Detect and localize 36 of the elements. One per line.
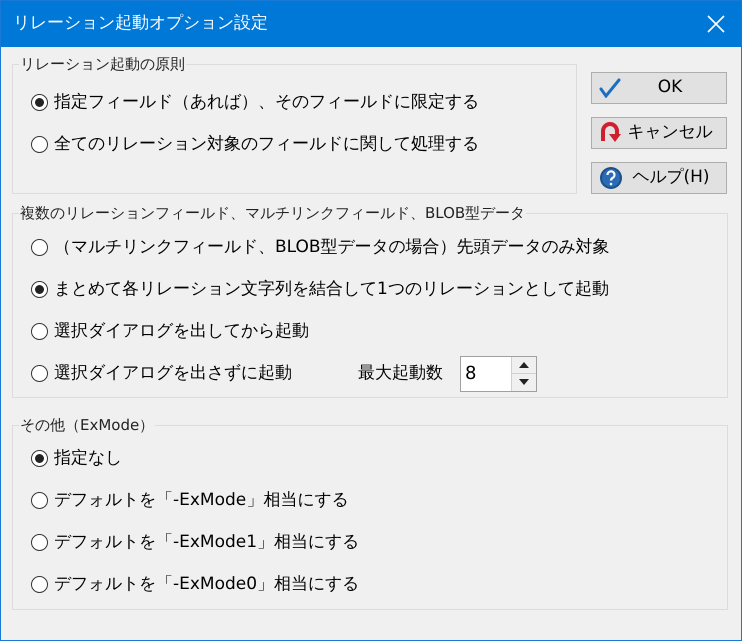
close-icon bbox=[707, 15, 725, 33]
radio-button[interactable] bbox=[31, 281, 48, 298]
up-arrow-icon bbox=[519, 362, 529, 368]
dialog-button[interactable]: キャンセル bbox=[591, 117, 727, 149]
radio-option[interactable]: 選択ダイアログを出してから起動 bbox=[31, 310, 309, 352]
group-title: リレーション起動の原則 bbox=[19, 54, 186, 75]
radio-button[interactable] bbox=[31, 136, 48, 153]
window-title: リレーション起動オプション設定 bbox=[13, 12, 268, 36]
group-title: その他（ExMode） bbox=[19, 415, 156, 436]
radio-button[interactable] bbox=[31, 492, 48, 509]
radio-option[interactable]: デフォルトを「-ExMode1」相当にする bbox=[31, 522, 360, 564]
check-icon bbox=[599, 78, 621, 98]
number-field[interactable]: 8 bbox=[461, 356, 511, 390]
close-button[interactable] bbox=[705, 13, 727, 35]
help-icon bbox=[599, 166, 623, 190]
spin-box[interactable]: 8 bbox=[460, 356, 537, 392]
radio-option[interactable]: 指定フィールド（あれば）、そのフィールドに限定する bbox=[31, 82, 479, 124]
radio-button[interactable] bbox=[31, 323, 48, 340]
radio-button[interactable] bbox=[31, 450, 48, 467]
radio-button[interactable] bbox=[31, 534, 48, 551]
radio-button[interactable] bbox=[31, 365, 48, 382]
radio-option[interactable]: デフォルトを「-ExMode」相当にする bbox=[31, 480, 348, 522]
spinner-label: 最大起動数 bbox=[358, 362, 443, 385]
radio-option[interactable]: まとめて各リレーション文字列を結合して1つのリレーションとして起動 bbox=[31, 268, 609, 310]
radio-option[interactable]: 指定なし bbox=[31, 438, 122, 480]
down-arrow-icon bbox=[519, 379, 529, 386]
radio-option[interactable]: 選択ダイアログを出さずに起動 bbox=[31, 352, 292, 394]
radio-button[interactable] bbox=[31, 576, 48, 593]
radio-option[interactable]: デフォルトを「-ExMode0」相当にする bbox=[31, 564, 360, 606]
group-title: 複数のリレーションフィールド、マルチリンクフィールド、BLOB型データ bbox=[19, 203, 526, 224]
radio-option[interactable]: 全てのリレーション対象のフィールドに関して処理する bbox=[31, 124, 479, 166]
radio-option[interactable]: （マルチリンクフィールド、BLOB型データの場合）先頭データのみ対象 bbox=[31, 226, 610, 268]
dialog-button[interactable]: OK bbox=[591, 72, 727, 104]
radio-button[interactable] bbox=[31, 94, 48, 111]
radio-button[interactable] bbox=[31, 239, 48, 256]
dialog-button[interactable]: ヘルプ(H) bbox=[591, 162, 727, 194]
